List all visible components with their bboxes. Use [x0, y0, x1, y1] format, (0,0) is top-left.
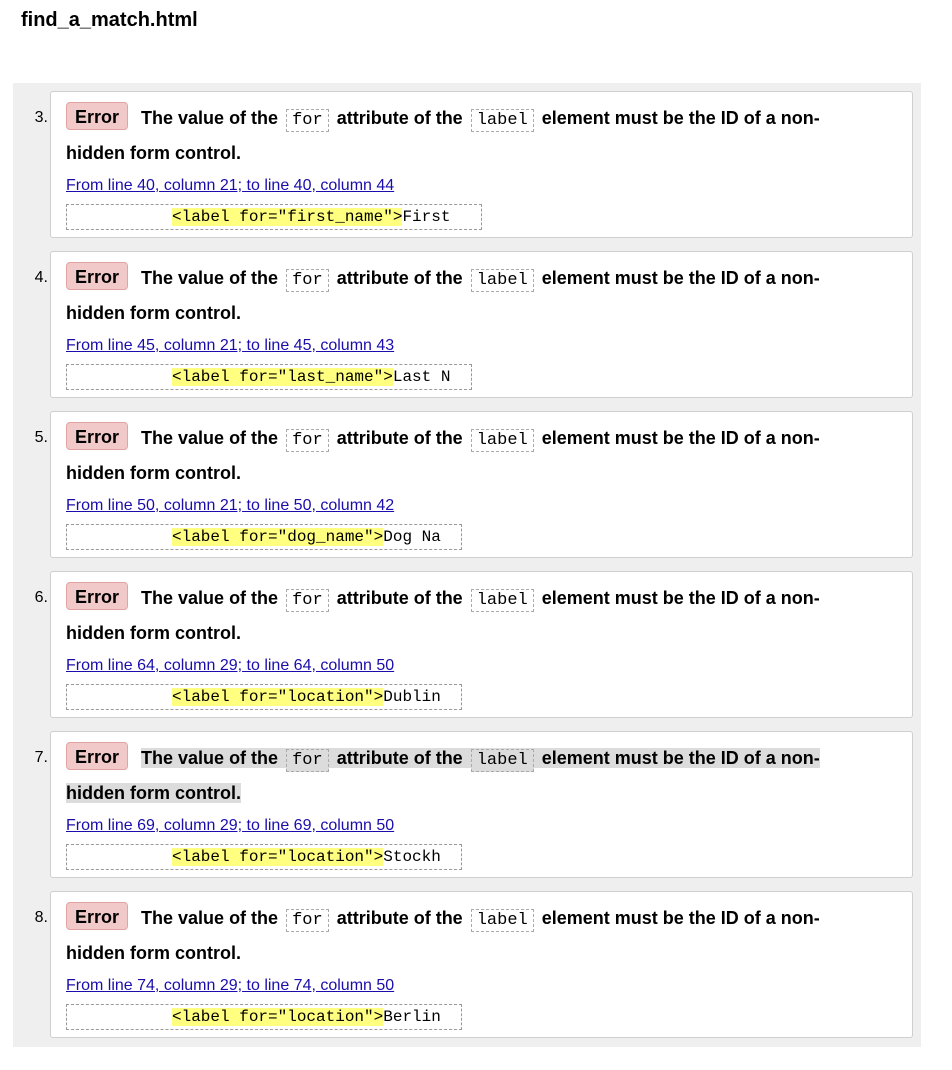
- extract-rest: Stockh: [383, 848, 441, 866]
- code-for: for: [286, 269, 329, 292]
- error-message: 8. Error The value of the for attribute …: [35, 891, 913, 1038]
- error-badge: Error: [66, 742, 129, 770]
- message-text: element must be the ID of a non-: [541, 428, 820, 448]
- extract-highlight: <label for="location">: [172, 1008, 384, 1026]
- extract-highlight: <label for="location">: [172, 848, 384, 866]
- extract-highlight: <label for="first_name">: [172, 208, 403, 226]
- message-number: 7.: [34, 749, 48, 766]
- message-text-line-1: Error The value of the for attribute of …: [66, 581, 820, 618]
- message-text-line-2: hidden form control.: [66, 776, 241, 811]
- extract-highlight: <label for="dog_name">: [172, 528, 384, 546]
- message-text: The value of the: [141, 268, 279, 288]
- location-link[interactable]: From line 74, column 29; to line 74, col…: [66, 976, 394, 996]
- code-for: for: [286, 749, 329, 772]
- code-extract: <label for="location">Dublin: [66, 684, 462, 710]
- code-label: label: [470, 269, 534, 292]
- code-extract: <label for="last_name">Last N: [66, 364, 472, 390]
- error-badge: Error: [66, 102, 129, 130]
- extract-highlight: <label for="location">: [172, 688, 384, 706]
- extract-rest: Dublin: [383, 688, 441, 706]
- extract-highlight: <label for="last_name">: [172, 368, 393, 386]
- location-link[interactable]: From line 50, column 21; to line 50, col…: [66, 496, 394, 516]
- error-message: 3. Error The value of the for attribute …: [35, 91, 913, 238]
- message-text-line-1: Error The value of the for attribute of …: [66, 261, 820, 298]
- error-badge: Error: [66, 422, 129, 450]
- message-text-line-2: hidden form control.: [66, 143, 241, 163]
- message-text-line-1: Error The value of the for attribute of …: [66, 101, 820, 138]
- code-label: label: [470, 909, 534, 932]
- message-text-line-2: hidden form control.: [66, 623, 241, 643]
- code-extract: <label for="dog_name">Dog Na: [66, 524, 462, 550]
- code-label: label: [470, 589, 534, 612]
- code-extract: <label for="location">Berlin: [66, 1004, 462, 1030]
- message-text: The value of the: [141, 428, 279, 448]
- error-message: 5. Error The value of the for attribute …: [35, 411, 913, 558]
- extract-rest: First: [402, 208, 451, 226]
- error-badge: Error: [66, 902, 129, 930]
- message-text: hidden form control.: [66, 783, 241, 803]
- location-link[interactable]: From line 45, column 21; to line 45, col…: [66, 336, 394, 356]
- message-text: attribute of the: [336, 108, 463, 128]
- location-link[interactable]: From line 69, column 29; to line 69, col…: [66, 816, 394, 836]
- message-text: attribute of the: [336, 908, 463, 928]
- message-text-line-2: hidden form control.: [66, 943, 241, 963]
- code-for: for: [286, 909, 329, 932]
- message-text: attribute of the: [336, 428, 463, 448]
- message-number: 4.: [34, 269, 48, 286]
- code-extract: <label for="first_name">First: [66, 204, 482, 230]
- code-label: label: [470, 429, 534, 452]
- code-label: label: [470, 749, 534, 772]
- extract-rest: Last N: [392, 368, 451, 386]
- error-message: 7. Error The value of the for attribute …: [35, 731, 913, 878]
- extract-rest: Berlin: [383, 1008, 441, 1026]
- message-text: element must be the ID of a non-: [541, 908, 820, 928]
- error-badge: Error: [66, 262, 129, 290]
- message-text: attribute of the: [336, 748, 463, 768]
- message-number: 5.: [34, 429, 48, 446]
- message-text: The value of the: [141, 588, 279, 608]
- message-text: The value of the: [141, 748, 279, 768]
- results-list: 3. Error The value of the for attribute …: [13, 83, 921, 1047]
- code-for: for: [286, 589, 329, 612]
- message-text-line-1: Error The value of the for attribute of …: [66, 901, 820, 938]
- message-text: element must be the ID of a non-: [541, 748, 820, 768]
- message-text: The value of the: [141, 108, 279, 128]
- location-link[interactable]: From line 64, column 29; to line 64, col…: [66, 656, 394, 676]
- code-for: for: [286, 109, 329, 132]
- message-text: attribute of the: [336, 588, 463, 608]
- code-label: label: [470, 109, 534, 132]
- message-text-line-2: hidden form control.: [66, 303, 241, 323]
- message-number: 8.: [34, 909, 48, 926]
- message-text-line-1: Error The value of the for attribute of …: [66, 741, 820, 778]
- message-text: attribute of the: [336, 268, 463, 288]
- page-title: find_a_match.html: [21, 9, 198, 31]
- code-for: for: [286, 429, 329, 452]
- extract-rest: Dog Na: [383, 528, 441, 546]
- message-text: The value of the: [141, 908, 279, 928]
- message-text: element must be the ID of a non-: [541, 108, 820, 128]
- message-text-line-1: Error The value of the for attribute of …: [66, 421, 820, 458]
- message-text: element must be the ID of a non-: [541, 268, 820, 288]
- message-number: 3.: [34, 109, 48, 126]
- location-link[interactable]: From line 40, column 21; to line 40, col…: [66, 176, 394, 196]
- error-badge: Error: [66, 582, 129, 610]
- message-text-line-2: hidden form control.: [66, 463, 241, 483]
- error-message: 4. Error The value of the for attribute …: [35, 251, 913, 398]
- code-extract: <label for="location">Stockh: [66, 844, 462, 870]
- error-message: 6. Error The value of the for attribute …: [35, 571, 913, 718]
- message-number: 6.: [34, 589, 48, 606]
- message-text: element must be the ID of a non-: [541, 588, 820, 608]
